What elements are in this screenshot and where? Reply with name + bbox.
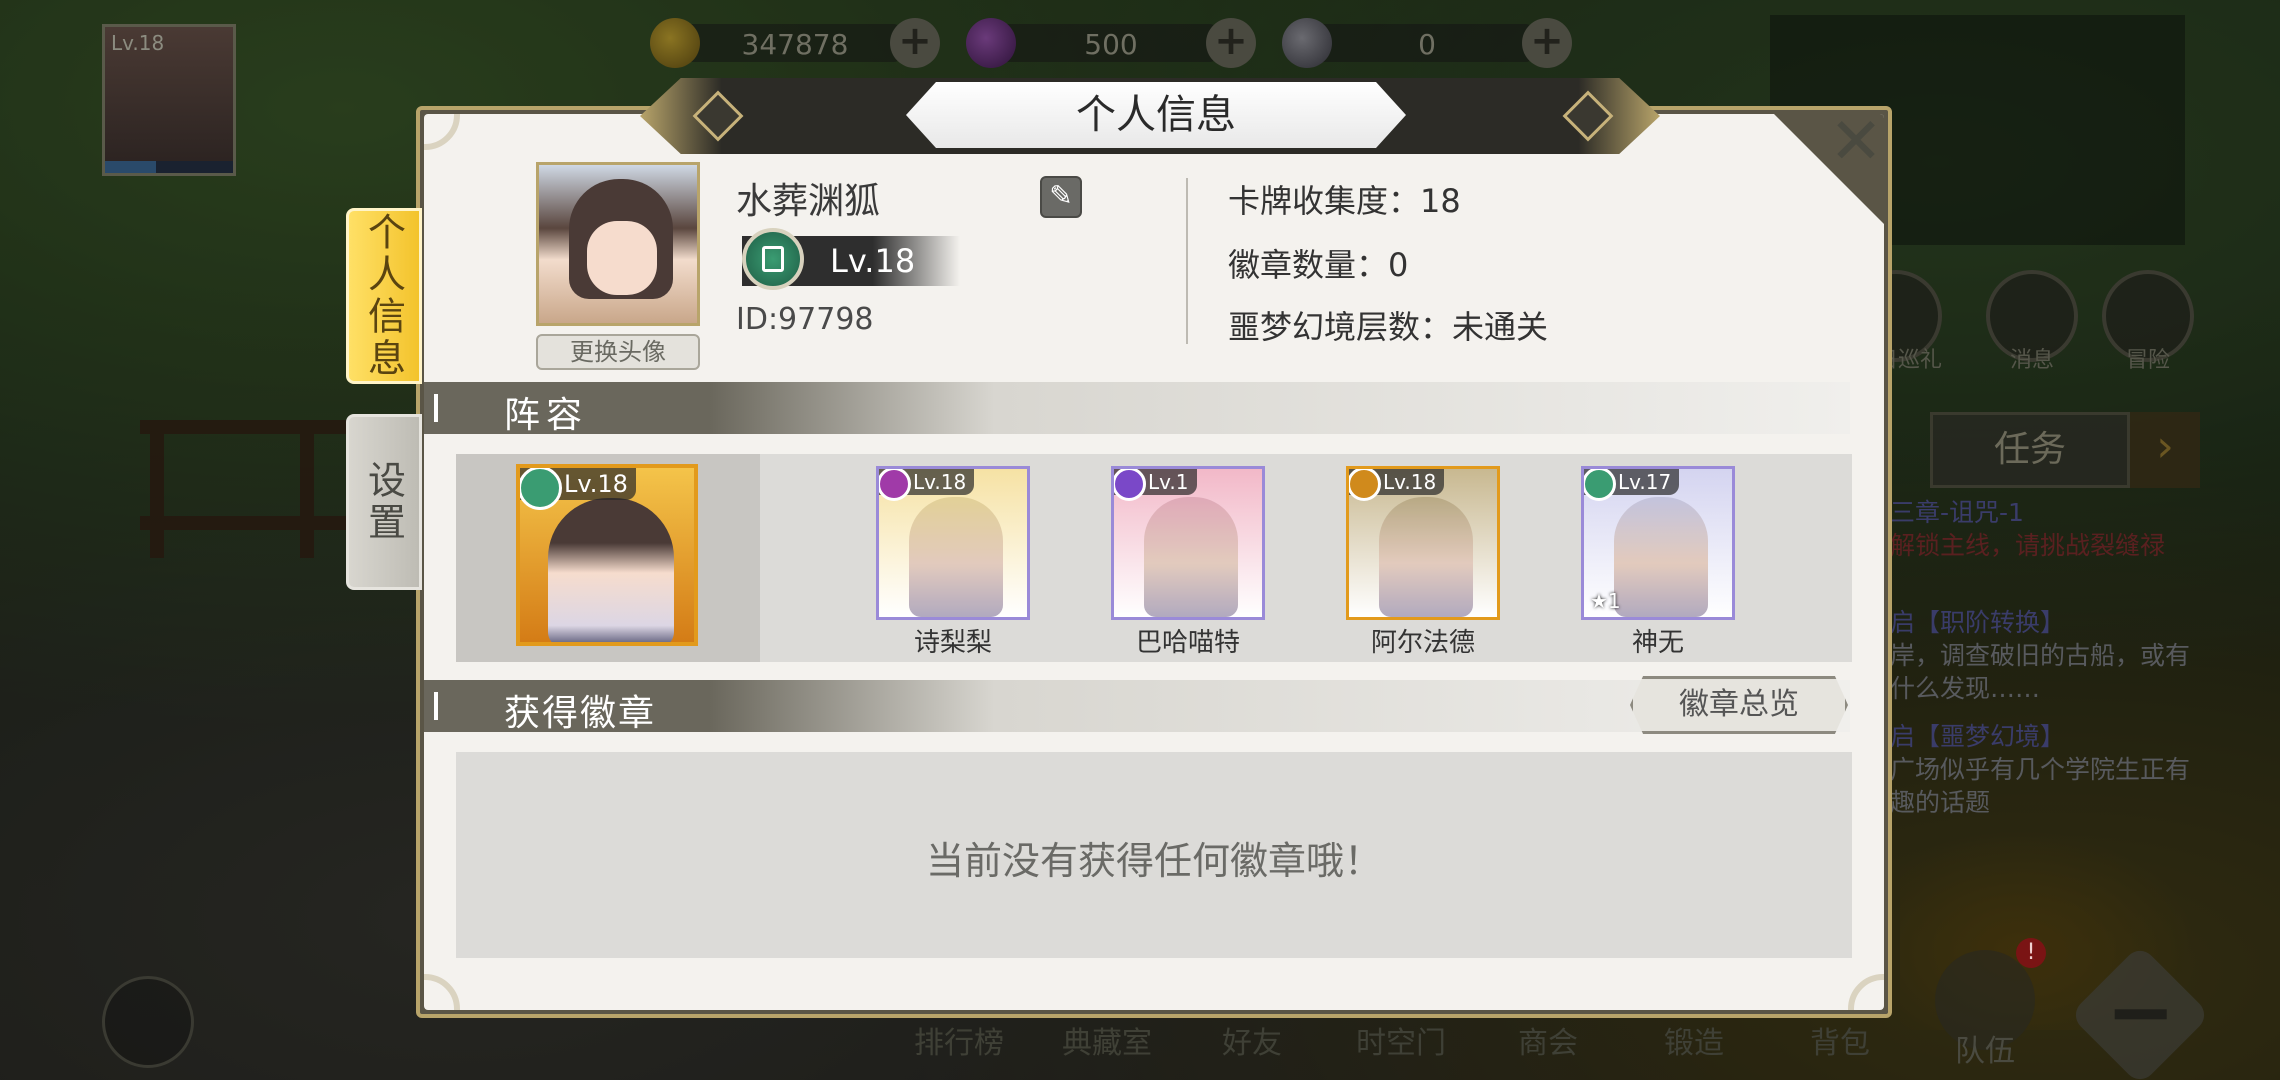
element-icon [1584, 469, 1616, 501]
hud-label-message: 消息 [2010, 348, 2055, 373]
add-gold-button[interactable]: + [890, 18, 940, 68]
quest-item[interactable]: 三章-诅咒-1 解锁主线，请挑战裂缝禄 [1890, 496, 2195, 562]
gold-value: 347878 [741, 28, 849, 61]
exp-bar [105, 161, 233, 173]
nav-time-gate[interactable]: 时空门 [1356, 1018, 1446, 1062]
notification-badge: ! [2016, 938, 2046, 968]
team-label: 队伍 [1955, 1034, 2015, 1069]
quest-item[interactable]: 启【职阶转换】 岸，调查破旧的古船，或有什么发现…… [1890, 606, 2195, 705]
quest-item[interactable]: 启【噩梦幻境】 广场似乎有几个学院生正有趣的话题 [1890, 720, 2195, 819]
task-expand-arrow-icon[interactable]: › [2130, 412, 2200, 488]
lineup-card[interactable]: Lv.17 ★1 [1581, 466, 1735, 620]
modal-title: 个人信息 [906, 82, 1406, 148]
nav-guild[interactable]: 商会 [1518, 1018, 1578, 1062]
quest-title: 启【职阶转换】 [1890, 608, 2066, 637]
character-portrait [1614, 497, 1708, 617]
character-portrait [909, 497, 1003, 617]
quest-desc: 解锁主线，请挑战裂缝禄 [1890, 531, 2166, 560]
quest-desc: 岸，调查破旧的古船，或有什么发现…… [1890, 641, 2191, 703]
divider [1186, 178, 1188, 344]
hud-label-adventure: 冒险 [2126, 348, 2171, 373]
character-name: 神无 [1631, 628, 1684, 658]
avatar [536, 162, 700, 326]
nav-backpack[interactable]: 背包 [1810, 1018, 1870, 1062]
element-icon [879, 469, 911, 501]
badge-list-panel: 当前没有获得任何徽章哦！ [456, 752, 1852, 958]
gem-icon [966, 18, 1016, 68]
quest-title: 三章-诅咒-1 [1890, 498, 2024, 527]
lineup-card[interactable]: Lv.18 [1346, 466, 1500, 620]
stat-card-collection: 卡牌收集度：18 [1228, 182, 1461, 220]
player-id: ID:97798 [736, 302, 874, 337]
empty-badges-message: 当前没有获得任何徽章哦！ [925, 839, 1382, 883]
nav-friends[interactable]: 好友 [1222, 1018, 1282, 1062]
character-name: 诗梨梨 [913, 628, 992, 658]
tab-settings[interactable]: 设置 [346, 414, 422, 590]
quest-desc: 广场似乎有几个学院生正有趣的话题 [1890, 755, 2191, 817]
edit-name-pencil-icon[interactable]: ✎ [1040, 176, 1082, 218]
coin-icon [650, 18, 700, 68]
character-portrait [1144, 497, 1238, 617]
chat-button[interactable] [102, 976, 194, 1068]
task-button[interactable]: 任务 [1930, 412, 2130, 488]
star-rank: ★1 [1590, 589, 1621, 613]
add-gem-button[interactable]: + [1206, 18, 1256, 68]
nav-forge[interactable]: 锻造 [1664, 1018, 1724, 1062]
resource-orb: 0 + [1282, 18, 1572, 68]
lineup-card[interactable]: Lv.18 [876, 466, 1030, 620]
resource-bar: 347878 + 500 + 0 + [650, 18, 1572, 68]
lineup-card[interactable]: Lv.1 [1111, 466, 1265, 620]
orb-icon [1282, 18, 1332, 68]
player-name: 水葬渊狐 [736, 181, 881, 222]
character-portrait [1379, 497, 1473, 617]
corner-ornament [424, 114, 460, 150]
resource-gold: 347878 + [650, 18, 940, 68]
stat-nightmare-floors: 噩梦幻境层数：未通关 [1228, 308, 1549, 346]
close-icon[interactable]: ✕ [1826, 110, 1886, 174]
mini-avatar-level: Lv.18 [111, 31, 165, 55]
tab-profile-info[interactable]: 个人信息 [346, 208, 422, 384]
nav-leaderboard[interactable]: 排行榜 [914, 1018, 1004, 1062]
leader-card[interactable]: Lv.18 [516, 464, 698, 646]
corner-ornament [424, 974, 460, 1010]
lineup-header: 阵容 [504, 395, 589, 436]
player-mini-avatar[interactable]: Lv.18 [102, 24, 236, 176]
character-name: 阿尔法德 [1370, 628, 1475, 658]
quest-title: 启【噩梦幻境】 [1890, 722, 2066, 751]
orb-value: 0 [1418, 28, 1436, 61]
resource-gem: 500 + [966, 18, 1256, 68]
element-icon [1349, 469, 1381, 501]
element-icon [520, 468, 562, 510]
character-name: 巴哈喵特 [1135, 628, 1240, 658]
element-icon [1114, 469, 1146, 501]
badge-overview-button[interactable]: 徽章总览 [1630, 676, 1848, 734]
lineup-section-header: 阵容 [424, 382, 1850, 436]
change-avatar-button[interactable]: 更换头像 [536, 334, 700, 370]
nav-collection[interactable]: 典藏室 [1062, 1018, 1152, 1062]
corner-ornament [1848, 974, 1884, 1010]
class-emblem-icon [742, 228, 804, 290]
add-orb-button[interactable]: + [1522, 18, 1572, 68]
stat-badge-count: 徽章数量：0 [1228, 246, 1409, 284]
badges-header: 获得徽章 [504, 693, 657, 734]
gem-value: 500 [1084, 28, 1138, 61]
